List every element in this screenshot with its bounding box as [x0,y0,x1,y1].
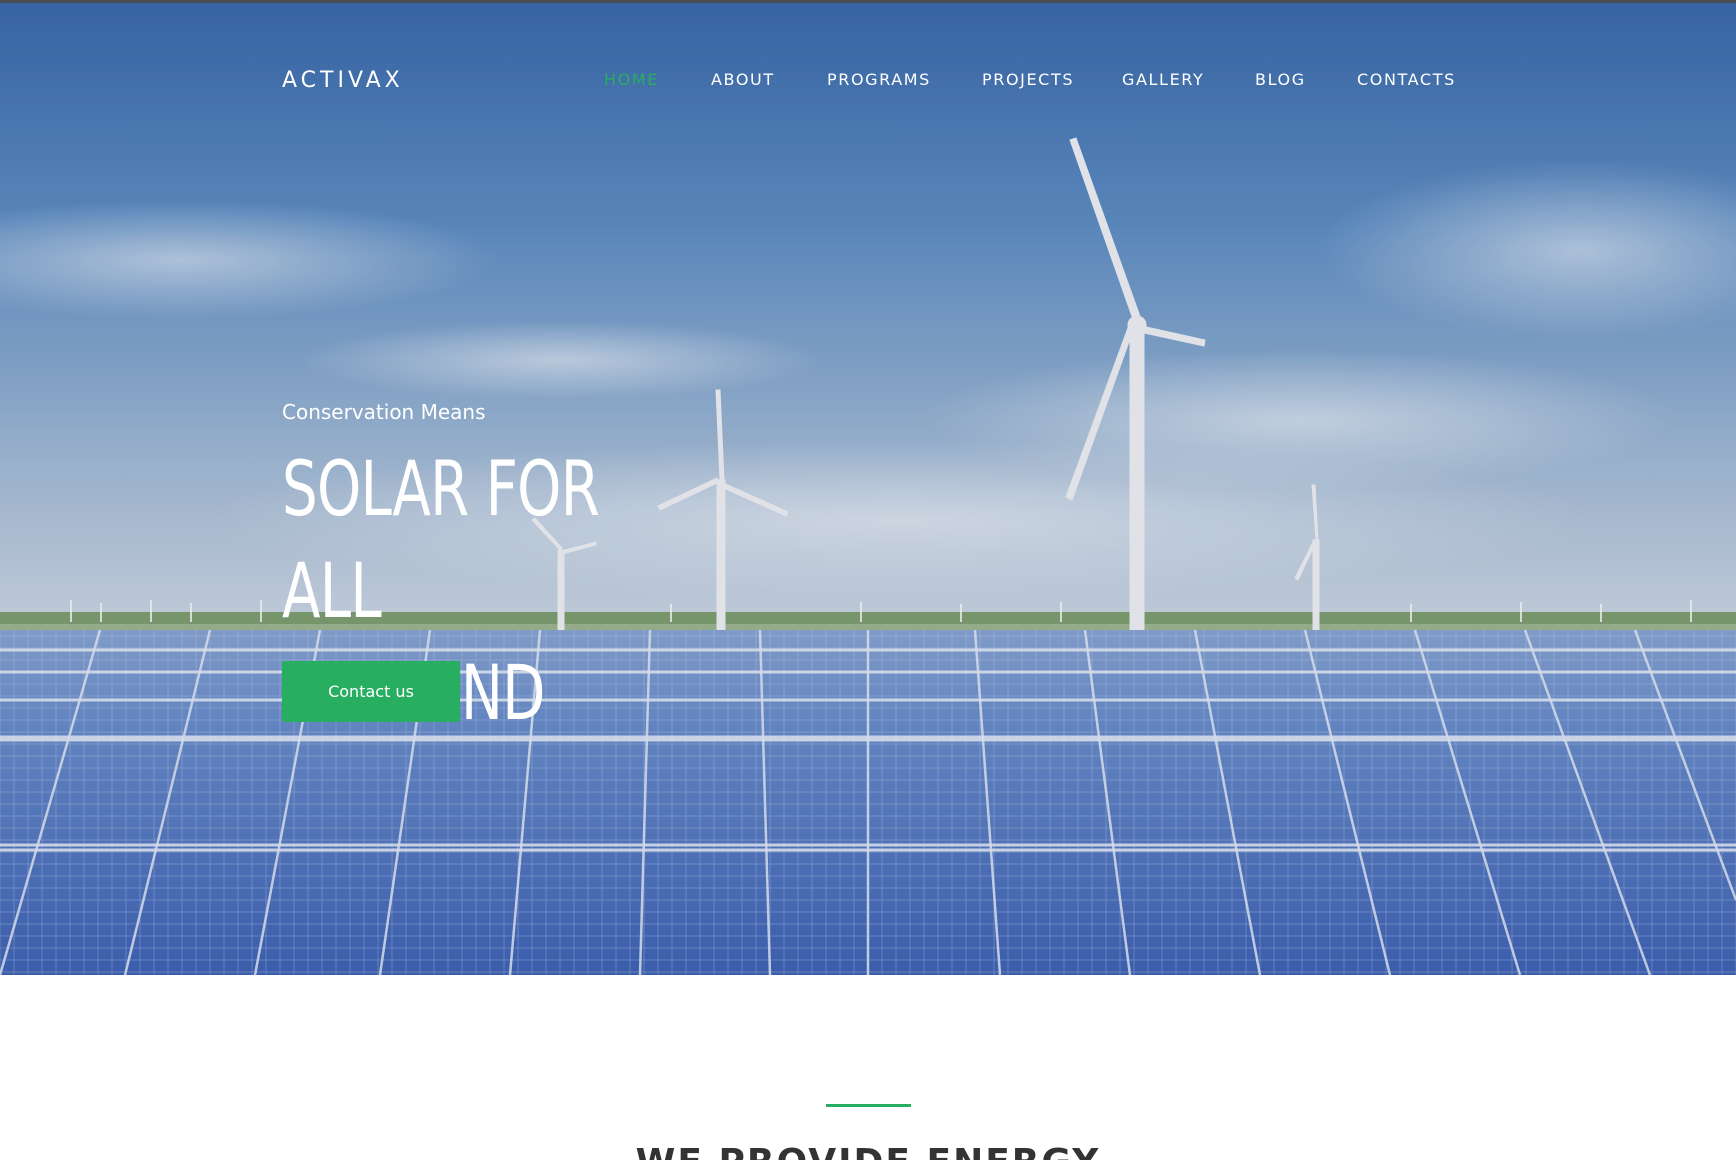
landing-page: ACTIVAX HOME ABOUT PROGRAMS PROJECTS GAL… [0,0,1736,1160]
contact-us-button[interactable]: Contact us [282,661,460,722]
nav-item-blog[interactable]: BLOG [1255,70,1306,89]
section-title: WE PROVIDE ENERGY [0,1143,1736,1160]
main-navbar: ACTIVAX HOME ABOUT PROGRAMS PROJECTS GAL… [0,0,1736,160]
nav-item-programs[interactable]: PROGRAMS [827,70,931,89]
hero-section: ACTIVAX HOME ABOUT PROGRAMS PROJECTS GAL… [0,0,1736,975]
provide-energy-section: WE PROVIDE ENERGY [0,975,1736,1160]
site-logo[interactable]: ACTIVAX [282,68,404,93]
hero-eyebrow: Conservation Means [282,400,486,424]
hero-headline-line-1: SOLAR FOR ALL [282,444,600,635]
nav-item-gallery[interactable]: GALLERY [1122,70,1204,89]
nav-item-about[interactable]: ABOUT [711,70,775,89]
nav-item-contacts[interactable]: CONTACTS [1357,70,1456,89]
nav-item-home[interactable]: HOME [604,70,659,89]
browser-top-strip [0,0,1736,3]
nav-item-projects[interactable]: PROJECTS [982,70,1074,89]
section-accent-rule [826,1104,911,1107]
